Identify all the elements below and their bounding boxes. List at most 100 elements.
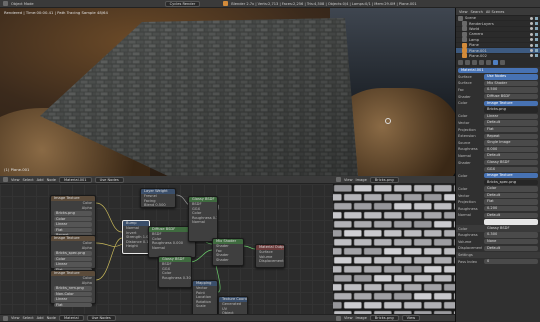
property-value-field[interactable]: Default [484,212,538,219]
selectable-cursor-icon[interactable] [535,49,538,53]
render-engine-field[interactable]: Cycles Render [164,0,201,7]
visibility-eye-icon[interactable] [530,38,533,42]
material-tab-icon[interactable] [493,60,498,65]
property-value-field[interactable] [484,252,538,257]
property-value-field[interactable]: Color [484,186,538,192]
property-value-field[interactable]: Flat [484,199,538,205]
visibility-eye-icon[interactable] [530,27,533,31]
node-bump[interactable]: BumpNormalInvertStrength 1.000Distance 0… [122,220,150,254]
selectable-cursor-icon[interactable] [535,32,538,36]
lamp-gizmo-icon[interactable] [385,118,391,124]
node-option-dropdown[interactable]: Linear [54,262,92,267]
footer-view-menu[interactable]: View [11,316,20,320]
property-value-field[interactable]: Glossy BSDF [484,226,538,231]
visibility-eye-icon[interactable] [530,54,533,58]
properties-panel[interactable]: Material.001 Surface Use Nodes Surface Mix … [455,58,540,322]
footer-add-menu[interactable]: Add [37,316,44,320]
visibility-eye-icon[interactable] [530,16,533,20]
property-value-field[interactable]: Default [484,192,538,199]
visibility-eye-icon[interactable] [530,22,533,26]
editor-type-icon[interactable] [336,177,341,182]
footer-use-nodes-toggle[interactable]: Use Nodes [86,315,116,321]
editor-type-icon[interactable] [3,177,8,182]
editor-type-icon[interactable] [336,315,341,321]
selectable-cursor-icon[interactable] [535,43,538,47]
world-tab-icon[interactable] [472,60,477,65]
node-tex3[interactable]: Image Texture Color Alpha Bricks_nrm.png Non… [50,270,96,308]
property-value-field[interactable]: Repeat [484,133,538,139]
selectable-cursor-icon[interactable] [535,16,538,20]
image-image-menu[interactable]: Image [356,178,367,182]
property-value-field[interactable]: Use Nodes [484,74,538,80]
node-image-field[interactable]: Bricks_nrm.png [54,286,92,291]
node-image-field[interactable]: Bricks.png [54,211,92,216]
property-value-field[interactable]: GGX [484,166,538,172]
editor-type-icon[interactable] [3,1,8,6]
material-slot-row[interactable]: Material.001 [456,67,540,74]
property-value-field[interactable]: Bricks_spec.png [484,179,538,186]
node-glossy[interactable]: Glossy BSDF BSDF GGX Color Roughness 0.300 [158,256,192,288]
node-view-menu[interactable]: View [11,178,20,182]
node-layer[interactable]: Layer Weight Fresnel Facing Blend 0.500 [140,188,176,208]
property-value-field[interactable]: Linear [484,113,538,120]
node-mapping[interactable]: Mapping Vector Point Location Rotation Scale [192,280,218,316]
property-value-field[interactable]: 0.300 [484,232,538,238]
node-image-field[interactable]: Bricks_spec.png [54,251,92,256]
object-tab-icon[interactable] [479,60,484,65]
editor-type-icon[interactable] [3,315,8,321]
visibility-eye-icon[interactable] [530,32,533,36]
texture-tab-icon[interactable] [500,60,505,65]
outliner-search-menu[interactable]: Search [471,10,483,14]
node-option-dropdown[interactable]: Color [54,216,92,222]
node-option-dropdown[interactable]: Linear [54,297,92,302]
image-footer-mode-field[interactable]: View [401,315,421,321]
outliner-view-menu[interactable]: View [459,10,468,14]
image-name-field[interactable]: Bricks.png [369,176,399,183]
outliner[interactable]: View Search All Scenes Scene RenderLayers… [455,8,540,60]
mode-label[interactable]: Object Mode [11,2,34,6]
viewport-3d[interactable]: Rendered | Time:00:00.41 | Path Tracing … [0,8,455,176]
node-node-menu[interactable]: Node [47,178,56,182]
node-option-dropdown[interactable]: Color [54,256,92,262]
material-slot-field[interactable]: Material.001 [458,67,538,73]
image-canvas[interactable] [333,184,455,314]
image-footer-view-menu[interactable]: View [344,316,353,320]
property-value-field[interactable]: Image Texture [484,173,538,179]
property-value-field[interactable]: Default [484,153,538,159]
image-view-menu[interactable]: View [344,178,353,182]
property-value-field[interactable]: Mix Shader [484,80,538,87]
property-value-field[interactable]: Single Image [484,140,538,146]
property-value-field[interactable]: Default [484,245,538,252]
use-nodes-toggle[interactable]: Use Nodes [94,176,124,183]
selectable-cursor-icon[interactable] [535,38,538,42]
visibility-eye-icon[interactable] [530,49,533,53]
property-value-field[interactable]: 0.200 [484,206,538,212]
selectable-cursor-icon[interactable] [535,22,538,26]
image-footer-name-field[interactable]: Bricks.png [369,315,399,321]
node-glossy2[interactable]: Glossy BSDFBSDFGGXColorRoughness 0.100No… [188,196,218,242]
visibility-eye-icon[interactable] [530,43,533,47]
property-value-field[interactable]: Bricks.png [484,107,538,113]
node-mix[interactable]: Mix Shader Shader Fac Shader Shader [212,238,244,266]
node-output[interactable]: Material OutputSurfaceVolumeDisplacement [255,244,285,268]
image-editor[interactable]: View Image Bricks.png View Image Bricks.… [333,176,455,322]
node-option-dropdown[interactable]: Flat [54,227,92,233]
property-value-field[interactable]: Diffuse BSDF [484,93,538,100]
node-option-dropdown[interactable]: Non-Color [54,291,92,297]
property-value-field[interactable]: Flat [484,126,538,133]
footer-material-field[interactable]: Material [58,315,84,321]
node-select-menu[interactable]: Select [23,178,34,182]
selectable-cursor-icon[interactable] [535,27,538,31]
node-add-menu[interactable]: Add [37,178,44,182]
property-value-field[interactable] [484,219,538,225]
footer-node-menu[interactable]: Node [47,316,56,320]
material-field[interactable]: Material.001 [58,176,92,183]
property-value-field[interactable]: 0 [484,258,538,265]
selectable-cursor-icon[interactable] [535,54,538,58]
property-value-field[interactable]: None [484,239,538,245]
node-option-dropdown[interactable]: Linear [54,222,92,227]
outliner-scenes-dropdown[interactable]: All Scenes [486,10,504,14]
node-tex1[interactable]: Image Texture Color Alpha Bricks.png Color Li… [50,195,96,238]
property-value-field[interactable]: Default [484,120,538,126]
footer-select-menu[interactable]: Select [23,316,34,320]
